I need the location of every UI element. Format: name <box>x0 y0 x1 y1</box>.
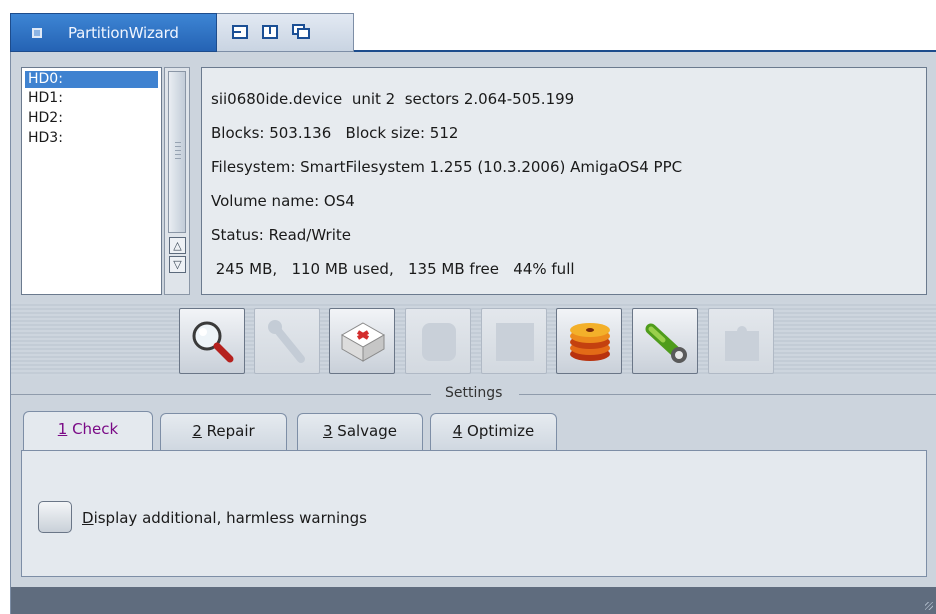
close-icon[interactable] <box>32 28 42 38</box>
zoom-icon[interactable] <box>262 25 278 39</box>
window-gadgets <box>217 13 354 52</box>
salvage-button[interactable] <box>405 308 471 374</box>
tab-optimize-label: Optimize <box>462 422 535 440</box>
flashlight-icon <box>645 323 687 363</box>
window-title: PartitionWizard <box>68 24 179 42</box>
device-list-scrollbar[interactable]: △ ▽ <box>164 67 190 295</box>
first-aid-kit-icon <box>340 322 386 362</box>
device-item-hd2[interactable]: HD2: <box>22 108 161 128</box>
device-item-hd1[interactable]: HD1: <box>22 88 161 108</box>
harmless-warnings-label[interactable]: Display additional, harmless warnings <box>82 509 367 527</box>
tab-check[interactable]: 1 Check <box>23 411 153 451</box>
tab-optimize-num: 4 <box>452 422 463 440</box>
check-button[interactable] <box>179 308 245 374</box>
salvage-icon <box>422 323 456 361</box>
depth-icon[interactable] <box>292 14 316 44</box>
flashlight-button[interactable] <box>632 308 698 374</box>
block-info: Blocks: 503.136 Block size: 512 <box>211 124 459 142</box>
status-bar <box>11 587 936 614</box>
device-info: sii0680ide.device unit 2 sectors 2.064-5… <box>211 90 575 108</box>
settings-group-title: Settings <box>439 385 509 401</box>
tab-check-num: 1 <box>57 420 68 438</box>
status-info: Status: Read/Write <box>211 226 351 244</box>
puzzle-icon <box>725 326 759 361</box>
window-title-tab[interactable]: PartitionWizard <box>10 13 217 52</box>
harmless-warnings-checkbox[interactable] <box>38 501 72 533</box>
grip-icon <box>175 142 181 160</box>
blank-icon <box>496 323 534 361</box>
scroll-down-arrow-icon[interactable]: ▽ <box>169 256 186 273</box>
puzzle-button[interactable] <box>708 308 774 374</box>
tab-optimize[interactable]: 4 Optimize <box>430 413 557 451</box>
blank-button[interactable] <box>481 308 547 374</box>
checkbox-text: isplay additional, harmless warnings <box>93 509 367 527</box>
first-aid-button[interactable] <box>329 308 395 374</box>
tab-salvage[interactable]: 3 Salvage <box>297 413 423 451</box>
iconify-icon[interactable] <box>232 25 248 39</box>
scroll-up-arrow-icon[interactable]: △ <box>169 237 186 254</box>
resize-grip-icon[interactable] <box>925 602 933 610</box>
tab-check-label: Check <box>67 420 119 438</box>
repair-button[interactable] <box>254 308 320 374</box>
window-body: HD0: HD1: HD2: HD3: △ ▽ sii0680ide.devic… <box>10 52 936 614</box>
settings-divider-right <box>519 394 936 395</box>
checkbox-shortcut: D <box>82 509 94 527</box>
partition-info-panel: sii0680ide.device unit 2 sectors 2.064-5… <box>201 67 927 295</box>
disk-stack-icon <box>570 323 610 361</box>
usage-info: 245 MB, 110 MB used, 135 MB free 44% ful… <box>211 260 575 278</box>
volume-name: Volume name: OS4 <box>211 192 355 210</box>
tab-repair-label: Repair <box>201 422 255 440</box>
device-item-hd0[interactable]: HD0: <box>25 71 158 88</box>
device-list[interactable]: HD0: HD1: HD2: HD3: <box>21 67 162 295</box>
tab-repair-num: 2 <box>192 422 202 440</box>
scroll-knob[interactable] <box>168 71 186 233</box>
wrench-icon <box>268 320 305 363</box>
toolbar <box>11 302 936 376</box>
settings-divider-left <box>11 394 431 395</box>
optimize-button[interactable] <box>556 308 622 374</box>
filesystem-info: Filesystem: SmartFilesystem 1.255 (10.3.… <box>211 158 683 176</box>
tab-salvage-label: Salvage <box>332 422 397 440</box>
device-item-hd3[interactable]: HD3: <box>22 128 161 148</box>
tab-salvage-num: 3 <box>322 422 333 440</box>
check-settings-panel: Display additional, harmless warnings <box>21 450 927 577</box>
tab-repair[interactable]: 2 Repair <box>160 413 287 451</box>
magnifier-icon <box>192 321 234 363</box>
